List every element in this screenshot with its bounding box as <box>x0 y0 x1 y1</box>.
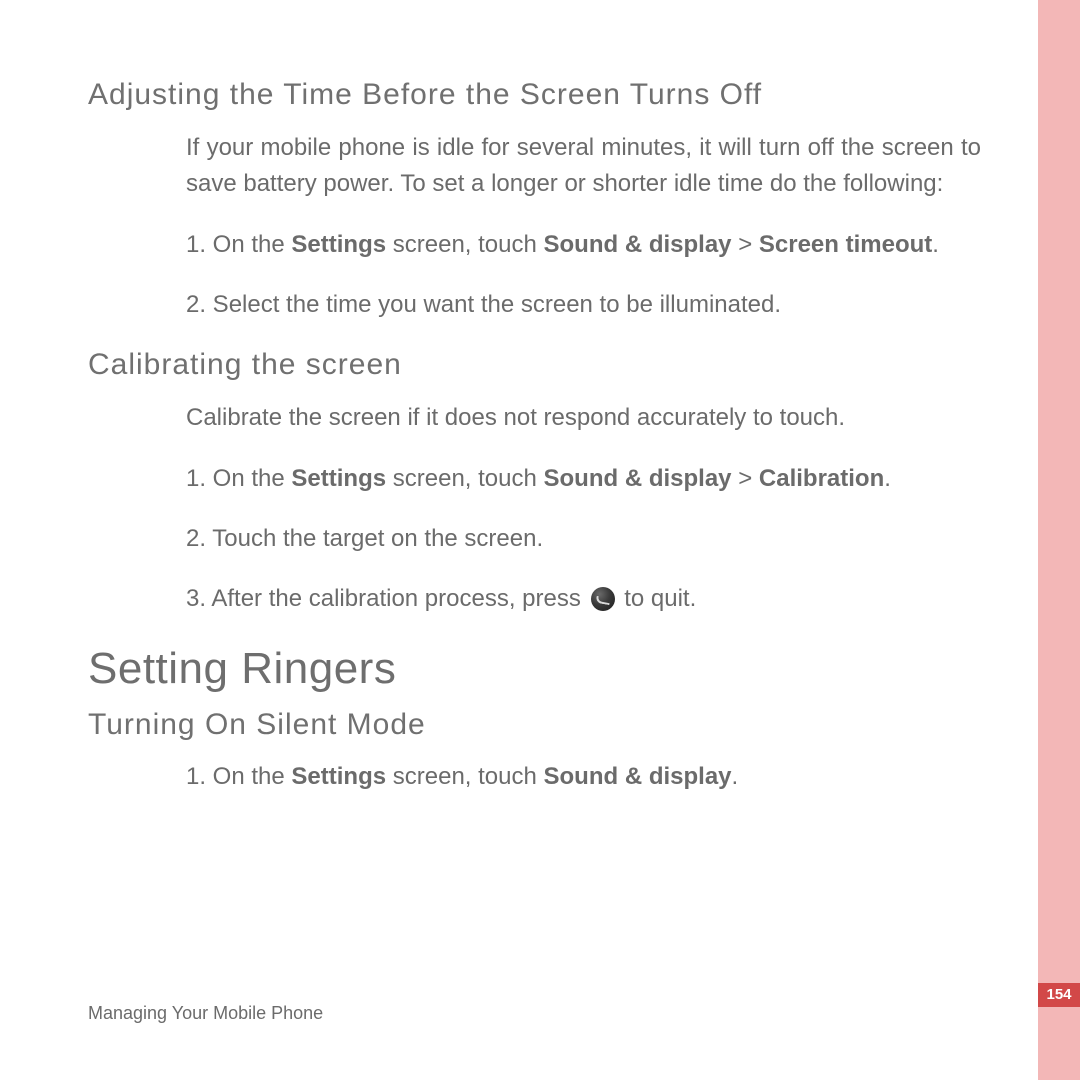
side-tab <box>1038 0 1080 1080</box>
text: . <box>732 763 739 790</box>
calibrating-step-2: 2. Touch the target on the screen. <box>186 522 981 556</box>
intro-calibrating: Calibrate the screen if it does not resp… <box>186 400 981 436</box>
calibrating-step-1: 1. On the Settings screen, touch Sound &… <box>186 462 981 496</box>
text: > <box>732 231 759 258</box>
bold-settings: Settings <box>291 763 386 790</box>
screen-timeout-step-2: 2. Select the time you want the screen t… <box>186 288 981 322</box>
text: . <box>932 231 939 258</box>
footer-text: Managing Your Mobile Phone <box>88 1003 323 1024</box>
bold-screen-timeout: Screen timeout <box>759 231 932 258</box>
text: 1. On the <box>186 465 291 492</box>
bold-sound-display: Sound & display <box>544 231 732 258</box>
bold-settings: Settings <box>291 465 386 492</box>
calibrating-step-3: 3. After the calibration process, press … <box>186 582 981 616</box>
heading-silent-mode: Turning On Silent Mode <box>88 708 988 742</box>
bold-sound-display: Sound & display <box>544 763 732 790</box>
text: to quit. <box>618 585 697 612</box>
text: . <box>884 465 891 492</box>
text: screen, touch <box>386 763 543 790</box>
text: screen, touch <box>386 465 543 492</box>
bold-sound-display: Sound & display <box>544 465 732 492</box>
screen-timeout-step-1: 1. On the Settings screen, touch Sound &… <box>186 228 981 262</box>
text: screen, touch <box>386 231 543 258</box>
text: 1. On the <box>186 231 291 258</box>
heading-screen-timeout: Adjusting the Time Before the Screen Tur… <box>88 78 988 112</box>
page-content: Adjusting the Time Before the Screen Tur… <box>88 78 988 820</box>
silent-mode-step-1: 1. On the Settings screen, touch Sound &… <box>186 760 981 794</box>
page-number-badge: 154 <box>1038 983 1080 1007</box>
back-button-icon <box>591 587 615 611</box>
text: 3. After the calibration process, press <box>186 585 588 612</box>
bold-settings: Settings <box>291 231 386 258</box>
bold-calibration: Calibration <box>759 465 884 492</box>
text: > <box>732 465 759 492</box>
heading-calibrating: Calibrating the screen <box>88 348 988 382</box>
text: 1. On the <box>186 763 291 790</box>
heading-setting-ringers: Setting Ringers <box>88 644 988 694</box>
intro-screen-timeout: If your mobile phone is idle for several… <box>186 130 981 202</box>
